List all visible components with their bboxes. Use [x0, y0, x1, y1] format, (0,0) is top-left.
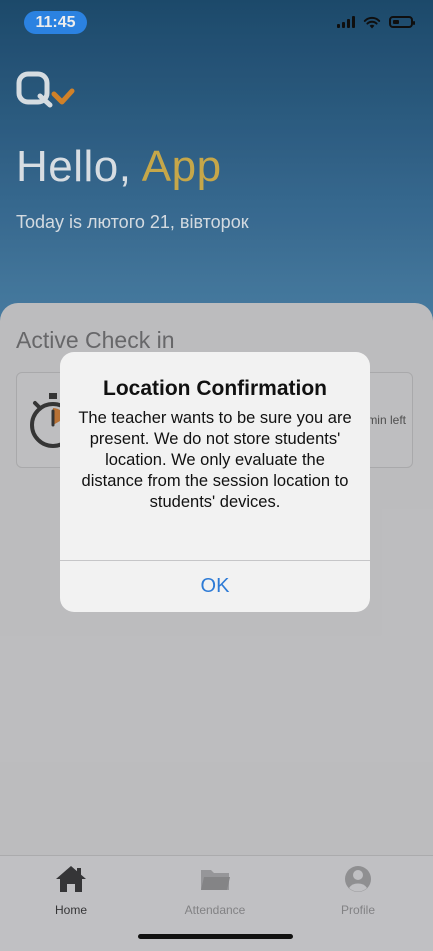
location-confirmation-dialog: Location Confirmation The teacher wants … [60, 352, 370, 612]
home-indicator[interactable] [138, 934, 293, 939]
dialog-message: The teacher wants to be sure you are pre… [78, 409, 352, 511]
ok-button[interactable]: OK [60, 561, 370, 612]
app-screen: 11:45 Hello, App Today is лютого 21, вів… [0, 0, 433, 951]
dialog-title: Location Confirmation [103, 377, 327, 400]
